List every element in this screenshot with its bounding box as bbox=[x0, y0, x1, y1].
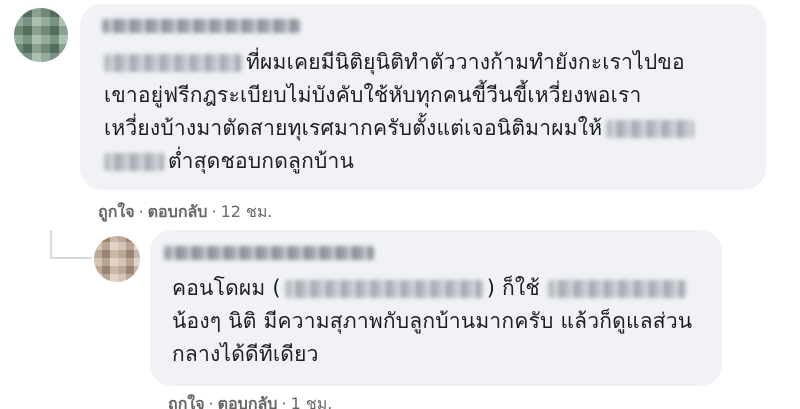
separator-dot: · bbox=[208, 394, 214, 409]
reply-commenter-name-redacted[interactable] bbox=[164, 246, 374, 260]
reply-line: น้องๆ นิติ มีความสุภาพกับลูกบ้านมากครับ … bbox=[172, 309, 693, 333]
separator-dot: · bbox=[281, 394, 287, 409]
comment-line: เหวี่ยงบ้างมาตัดสายทุเรศมากครับตั้งแต่เจ… bbox=[104, 112, 698, 145]
comment-line: ต่ำสุดชอบกดลูกบ้าน bbox=[104, 145, 698, 178]
reply-text: คอนโดผม () ก็ใช้ น้องๆ นิติ มีความสุภาพก… bbox=[172, 272, 692, 371]
comment-line: ที่ผมเคยมีนิติยุนิติทำตัววางก้ามทำยังกะเ… bbox=[104, 46, 698, 79]
reply-link[interactable]: ตอบกลับ bbox=[148, 202, 208, 221]
redacted-mention bbox=[284, 280, 483, 298]
like-link[interactable]: ถูกใจ bbox=[98, 202, 135, 221]
separator-dot: · bbox=[211, 202, 217, 221]
reply-thread-line bbox=[50, 230, 52, 258]
commenter-name-redacted[interactable] bbox=[102, 19, 300, 33]
reply-thread-line bbox=[50, 257, 92, 259]
comment-actions: ถูกใจ · ตอบกลับ · 12 ชม. bbox=[98, 200, 273, 225]
reply-line: คอนโดผม () ก็ใช้ bbox=[172, 272, 692, 305]
redacted-mention bbox=[104, 54, 242, 72]
reply-line: กลางได้ดีทีเดียว bbox=[172, 342, 319, 366]
commenter-avatar[interactable] bbox=[14, 8, 68, 62]
reply-commenter-avatar[interactable] bbox=[94, 236, 140, 282]
redacted-mention bbox=[104, 153, 164, 171]
separator-dot: · bbox=[138, 202, 144, 221]
reply-link[interactable]: ตอบกลับ bbox=[218, 394, 278, 409]
reply-actions: ถูกใจ · ตอบกลับ · 1 ชม. bbox=[168, 392, 332, 409]
comment-timestamp[interactable]: 12 ชม. bbox=[221, 202, 273, 221]
like-link[interactable]: ถูกใจ bbox=[168, 394, 205, 409]
comment-line: เขาอยู่ฟรีกฎระเบียบไม่บังคับใช้หับทุกคนข… bbox=[104, 83, 642, 107]
reply-timestamp[interactable]: 1 ชม. bbox=[291, 394, 333, 409]
redacted-mention bbox=[547, 280, 686, 298]
redacted-mention bbox=[606, 120, 695, 138]
comment-text: ที่ผมเคยมีนิติยุนิติทำตัววางก้ามทำยังกะเ… bbox=[104, 46, 698, 178]
